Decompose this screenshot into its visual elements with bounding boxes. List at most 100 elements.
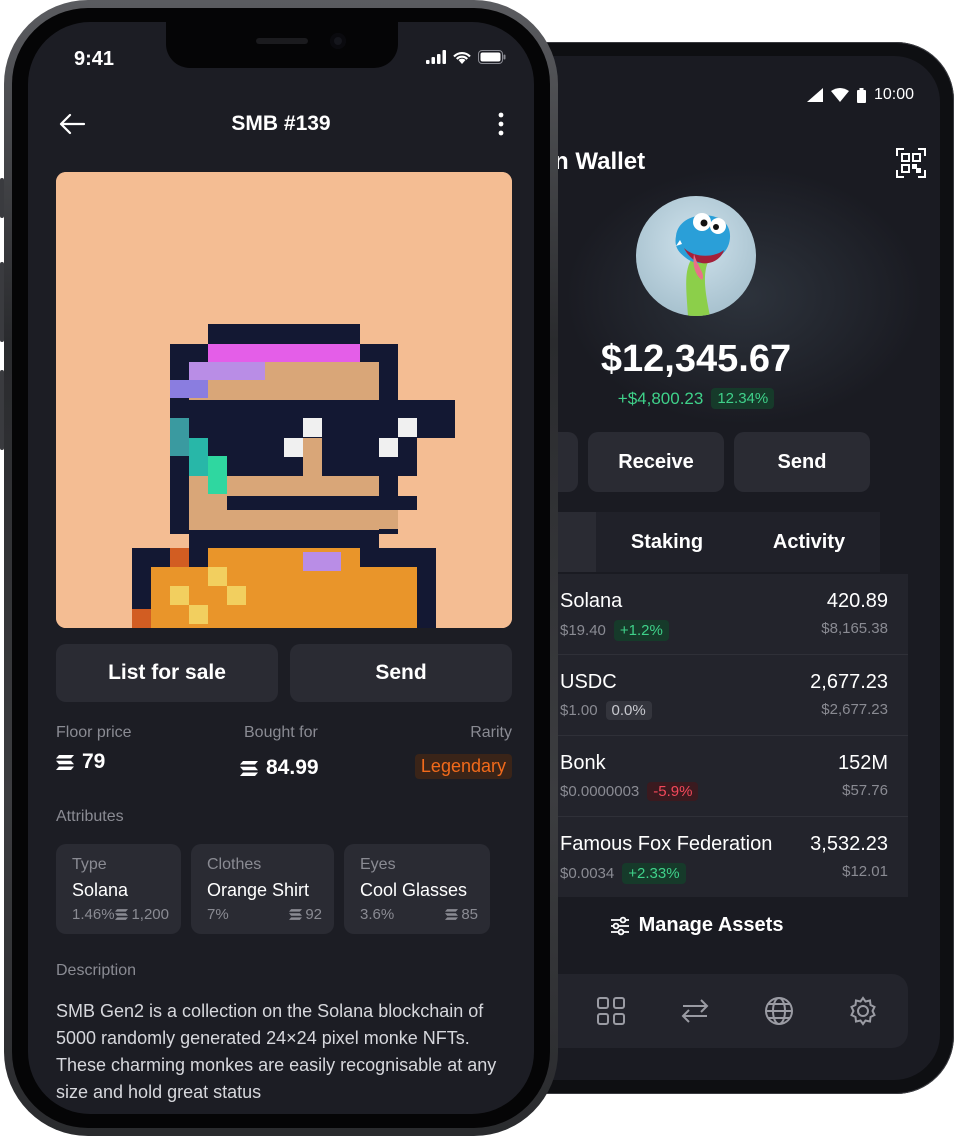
attribute-price: 1,200	[115, 906, 169, 923]
nft-actions: List for sale Send	[56, 644, 512, 702]
token-price-row: $19.40 +1.2%	[560, 620, 669, 641]
attribute-percent: 7%	[207, 906, 229, 923]
token-name: Bonk	[560, 752, 606, 774]
more-options-button[interactable]	[498, 112, 504, 136]
nav-grid[interactable]	[596, 996, 628, 1028]
attribute-percent: 3.6%	[360, 906, 395, 923]
attribute-price-value: 92	[305, 906, 322, 923]
token-price-row: $0.0000003 -5.9%	[560, 782, 699, 801]
ios-status-icons	[426, 50, 506, 64]
attribute-key: Clothes	[207, 856, 262, 873]
attribute-price-value: 1,200	[131, 906, 169, 923]
token-amount: 3,532.23	[810, 833, 888, 855]
bought-for: 84.99	[240, 756, 319, 780]
token-usd-value: $12.01	[842, 863, 888, 880]
page-title: SMB #139	[231, 112, 331, 135]
token-name: Famous Fox Federation	[560, 833, 773, 855]
attribute-card[interactable]: Eyes Cool Glasses 3.6% 85	[344, 844, 490, 934]
attribute-value: Cool Glasses	[360, 880, 468, 900]
notch	[166, 22, 398, 68]
change-percent-badge: 12.34%	[711, 388, 775, 409]
floor-price-label: Floor price	[56, 724, 132, 741]
attribute-key: Eyes	[360, 856, 396, 873]
wifi-icon	[830, 88, 849, 102]
grid-icon	[597, 997, 625, 1025]
send-button[interactable]: Send	[734, 432, 870, 492]
cellular-icon	[426, 50, 446, 64]
avatar[interactable]	[636, 196, 756, 316]
rarity-label: Rarity	[470, 724, 512, 741]
description-label: Description	[56, 962, 137, 979]
token-usd-value: $57.76	[842, 782, 888, 799]
token-change-badge: +1.2%	[613, 620, 669, 641]
tab-staking[interactable]: Staking	[596, 512, 738, 572]
attribute-key: Type	[72, 856, 107, 873]
signal-icon	[806, 88, 823, 102]
tab-activity[interactable]: Activity	[738, 512, 880, 572]
attribute-price: 85	[445, 906, 478, 923]
token-change-badge: +2.33%	[622, 863, 686, 884]
battery-icon	[856, 87, 866, 103]
nav-settings[interactable]	[848, 996, 880, 1028]
iphone: 9:41 SMB #139 List for sale Send Floor p…	[4, 0, 558, 1136]
send-nft-button[interactable]: Send	[290, 644, 512, 702]
solana-icon	[289, 909, 303, 920]
token-amount: 2,677.23	[810, 671, 888, 693]
attribute-card[interactable]: Type Solana 1.46% 1,200	[56, 844, 181, 934]
attribute-price-value: 85	[461, 906, 478, 923]
attribute-price: 92	[289, 906, 322, 923]
description-text: SMB Gen2 is a collection on the Solana b…	[56, 1001, 497, 1102]
more-vertical-icon	[498, 112, 504, 136]
gear-icon	[850, 996, 876, 1026]
token-usd-value: $2,677.23	[821, 701, 888, 718]
globe-icon	[765, 997, 793, 1025]
bought-for-value: 84.99	[266, 756, 319, 779]
attributes-list: Type Solana 1.46% 1,200 Clothes Orange S…	[56, 844, 490, 934]
token-price-row: $1.00 0.0%	[560, 701, 652, 720]
pixel-monkey-image	[56, 172, 512, 628]
attribute-percent: 1.46%	[72, 906, 115, 923]
nav-explore[interactable]	[764, 996, 796, 1028]
android-status-bar: 10:00	[806, 86, 914, 104]
avatar-glow	[564, 166, 924, 426]
solana-icon	[445, 909, 459, 920]
list-for-sale-button[interactable]: List for sale	[56, 644, 278, 702]
receive-button[interactable]: Receive	[588, 432, 724, 492]
attribute-value: Solana	[72, 880, 129, 900]
swap-icon	[681, 999, 709, 1023]
solana-icon	[115, 909, 129, 920]
rarity-badge: Legendary	[414, 754, 512, 779]
floor-price: 79	[56, 750, 105, 774]
floor-price-value: 79	[82, 750, 106, 773]
token-change-badge: -5.9%	[647, 782, 699, 801]
battery-icon	[478, 50, 506, 64]
change-amount: +$4,800.23	[617, 388, 704, 408]
token-amount: 420.89	[826, 590, 888, 612]
wifi-icon	[453, 52, 471, 64]
nft-image	[56, 172, 512, 628]
token-usd-value: $8,165.38	[821, 620, 888, 637]
front-camera	[330, 33, 346, 49]
ios-status-time: 9:41	[74, 48, 115, 70]
iphone-screen: 9:41 SMB #139 List for sale Send Floor p…	[28, 22, 534, 1114]
dino-avatar-icon	[675, 213, 731, 316]
android-status-time: 10:00	[873, 86, 914, 103]
token-name: USDC	[560, 671, 617, 693]
token-price: $0.0034	[560, 865, 615, 882]
attributes-label: Attributes	[56, 808, 124, 825]
nav-swap[interactable]	[680, 996, 712, 1028]
token-price-row: $0.0034 +2.33%	[560, 863, 686, 884]
attribute-value: Orange Shirt	[207, 880, 310, 900]
attribute-card[interactable]: Clothes Orange Shirt 7% 92	[191, 844, 334, 934]
bought-for-label: Bought for	[244, 724, 318, 741]
token-amount: 152M	[837, 752, 888, 774]
token-name: Solana	[560, 590, 623, 612]
sliders-icon	[610, 916, 629, 935]
speaker	[256, 38, 308, 44]
solana-icon	[56, 754, 74, 770]
manage-assets-label: Manage Assets	[638, 914, 784, 936]
solana-icon	[240, 760, 258, 776]
token-price: $0.0000003	[560, 783, 640, 800]
token-change-badge: 0.0%	[605, 701, 652, 720]
token-price: $19.40	[560, 622, 606, 639]
